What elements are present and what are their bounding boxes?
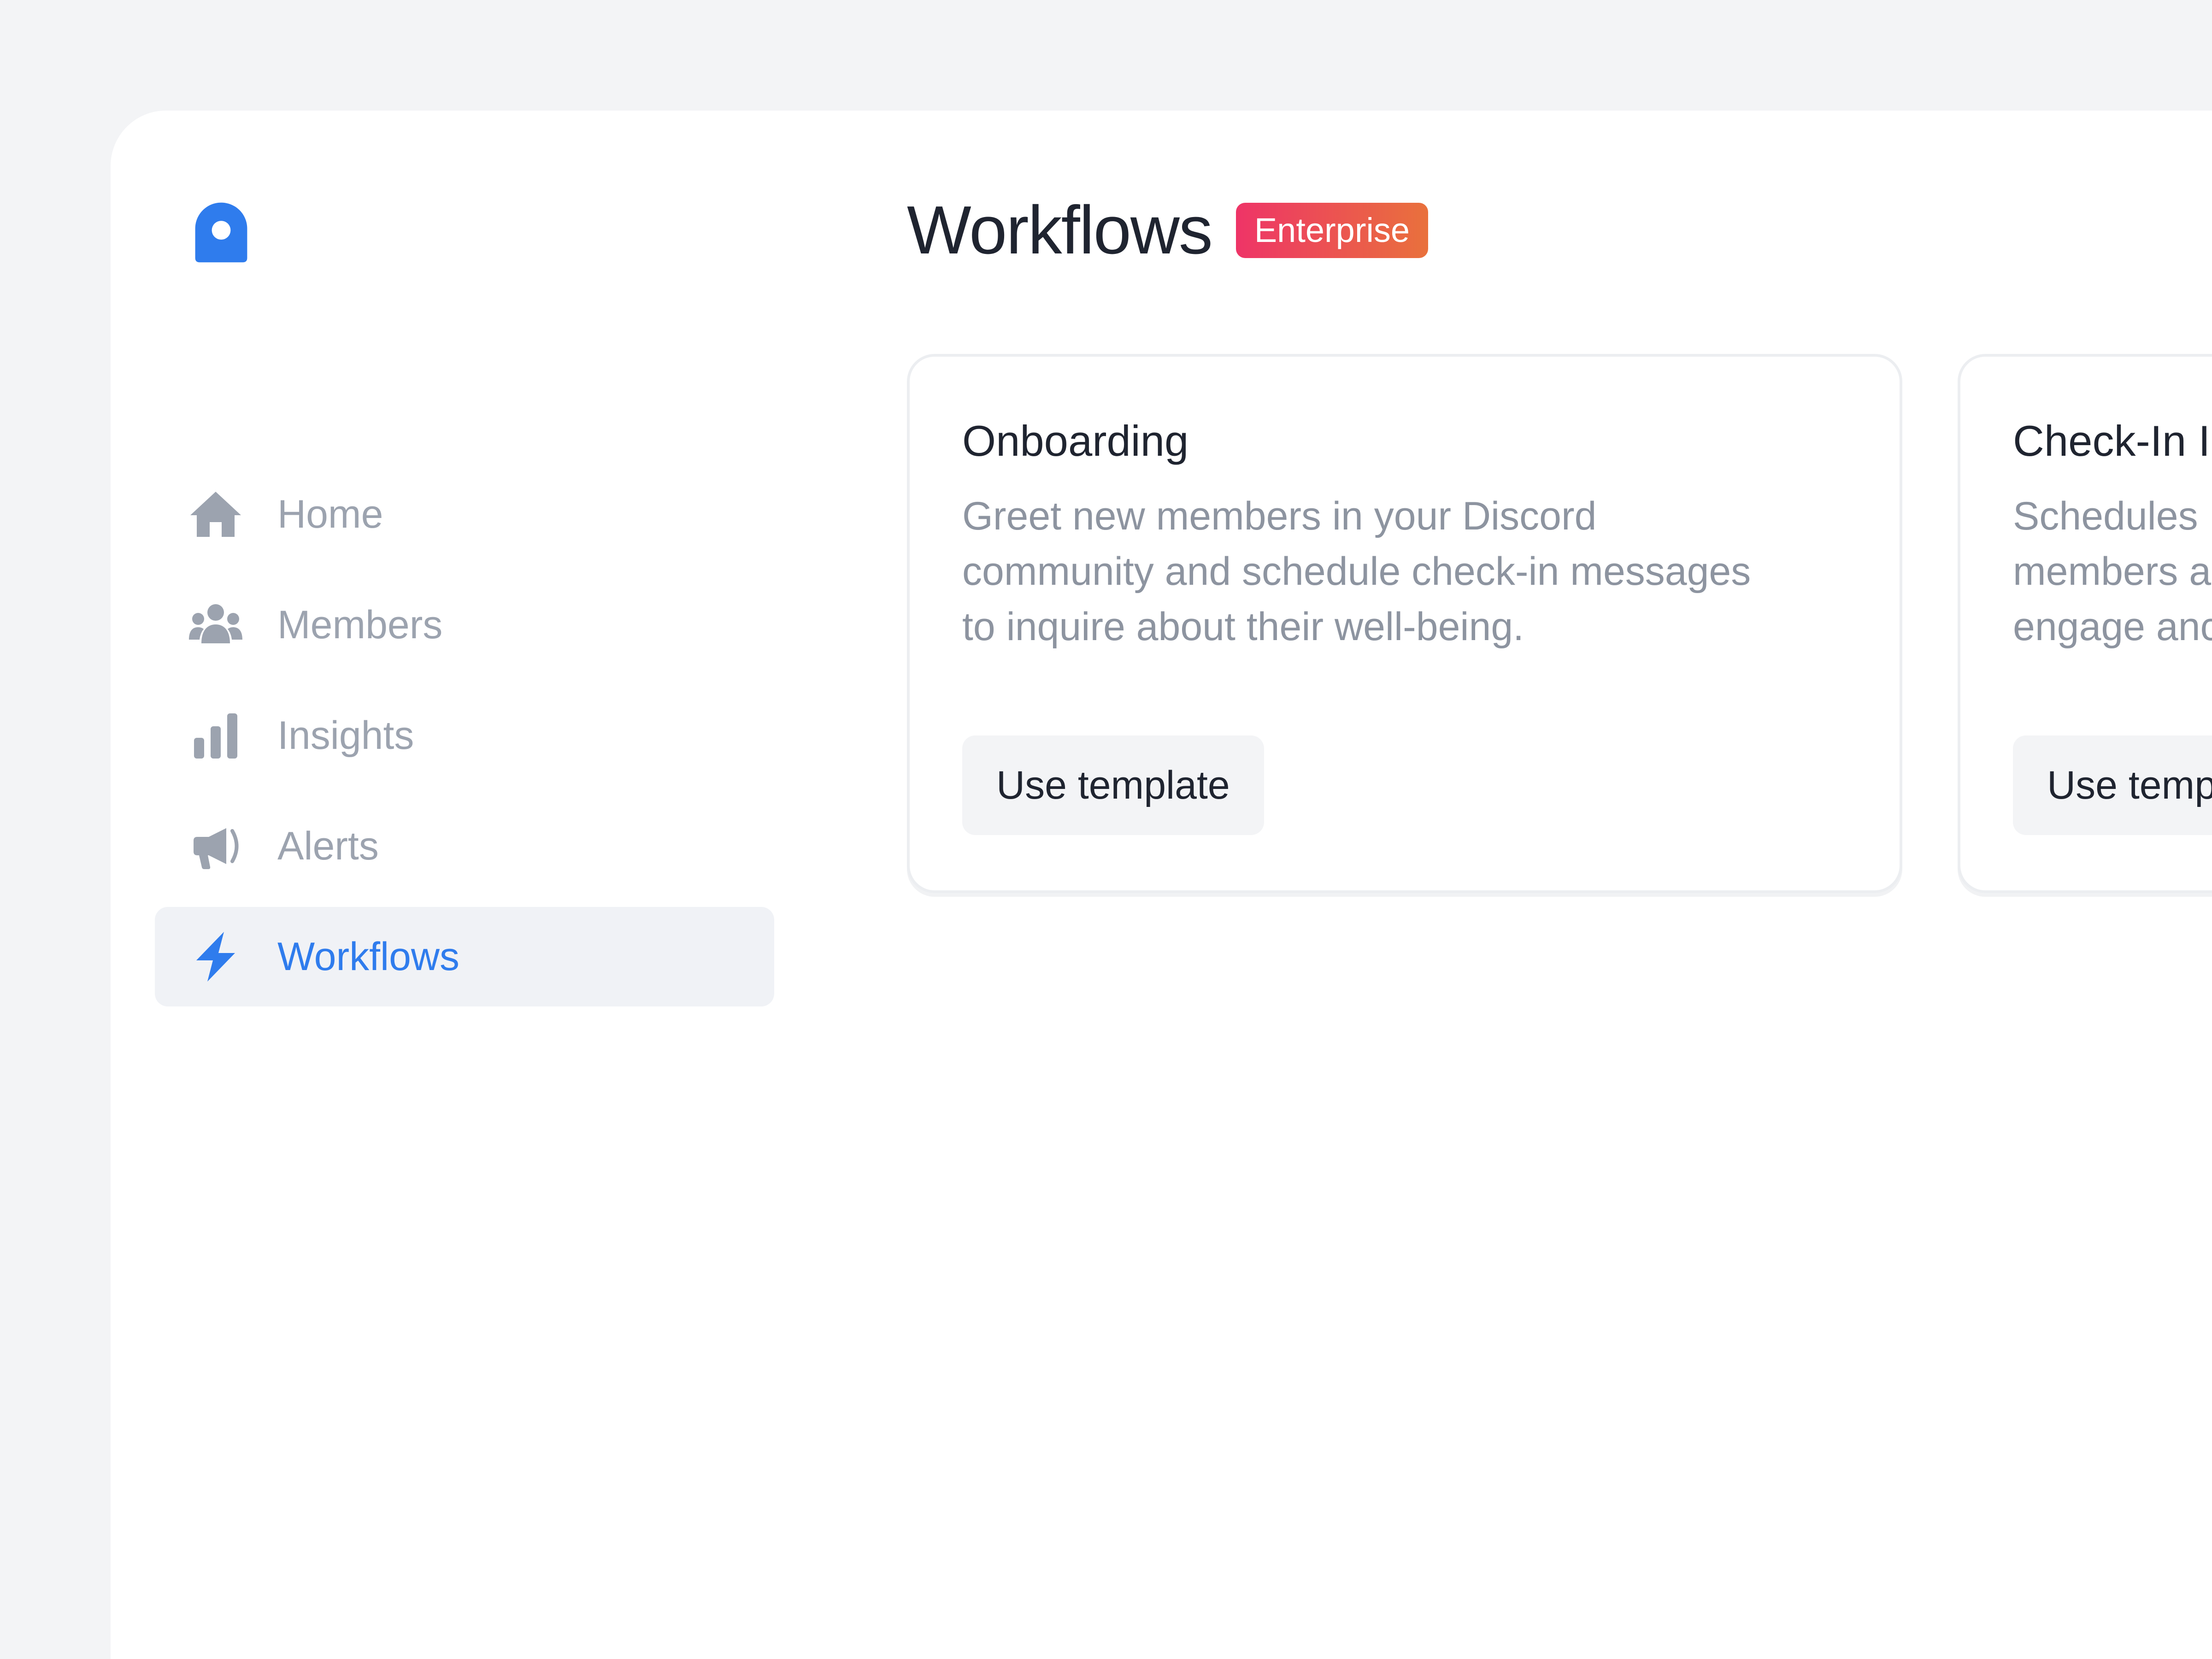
sidebar-item-label: Members — [277, 603, 443, 647]
workflow-card-check-in: Check-In I Schedules members a engage an… — [1958, 354, 2212, 893]
use-template-button[interactable]: Use temp — [2013, 735, 2212, 835]
card-description: Greet new members in your Discord commun… — [962, 494, 1751, 649]
bar-chart-icon — [188, 708, 243, 763]
sidebar-item-insights[interactable]: Insights — [155, 686, 774, 785]
page-title: Workflows — [907, 192, 1213, 268]
sidebar-item-members[interactable]: Members — [155, 575, 774, 675]
members-icon — [188, 597, 243, 653]
sidebar-item-label: Alerts — [277, 824, 379, 868]
card-title: Check-In I — [2013, 417, 2211, 465]
sidebar-item-home[interactable]: Home — [155, 465, 774, 564]
sidebar-item-label: Insights — [277, 713, 414, 758]
sidebar-item-workflows[interactable]: Workflows — [155, 907, 774, 1006]
sidebar-item-label: Home — [277, 492, 383, 536]
app-logo-icon[interactable] — [188, 198, 254, 265]
sidebar-item-label: Workflows — [277, 935, 460, 979]
workflow-card-onboarding: Onboarding Greet new members in your Dis… — [907, 354, 1902, 893]
lightning-bolt-icon — [188, 929, 243, 984]
use-template-button[interactable]: Use template — [962, 735, 1264, 835]
enterprise-badge: Enterprise — [1235, 203, 1429, 258]
megaphone-icon — [188, 818, 243, 874]
card-description: Schedules members a engage anc — [2013, 494, 2212, 649]
card-title: Onboarding — [962, 417, 1189, 465]
home-icon — [188, 487, 243, 542]
page-header: Workflows Enterprise — [907, 192, 1429, 268]
sidebar-item-alerts[interactable]: Alerts — [155, 796, 774, 896]
app-window: Home Members Insights Alerts Workflows W… — [111, 111, 2212, 1659]
